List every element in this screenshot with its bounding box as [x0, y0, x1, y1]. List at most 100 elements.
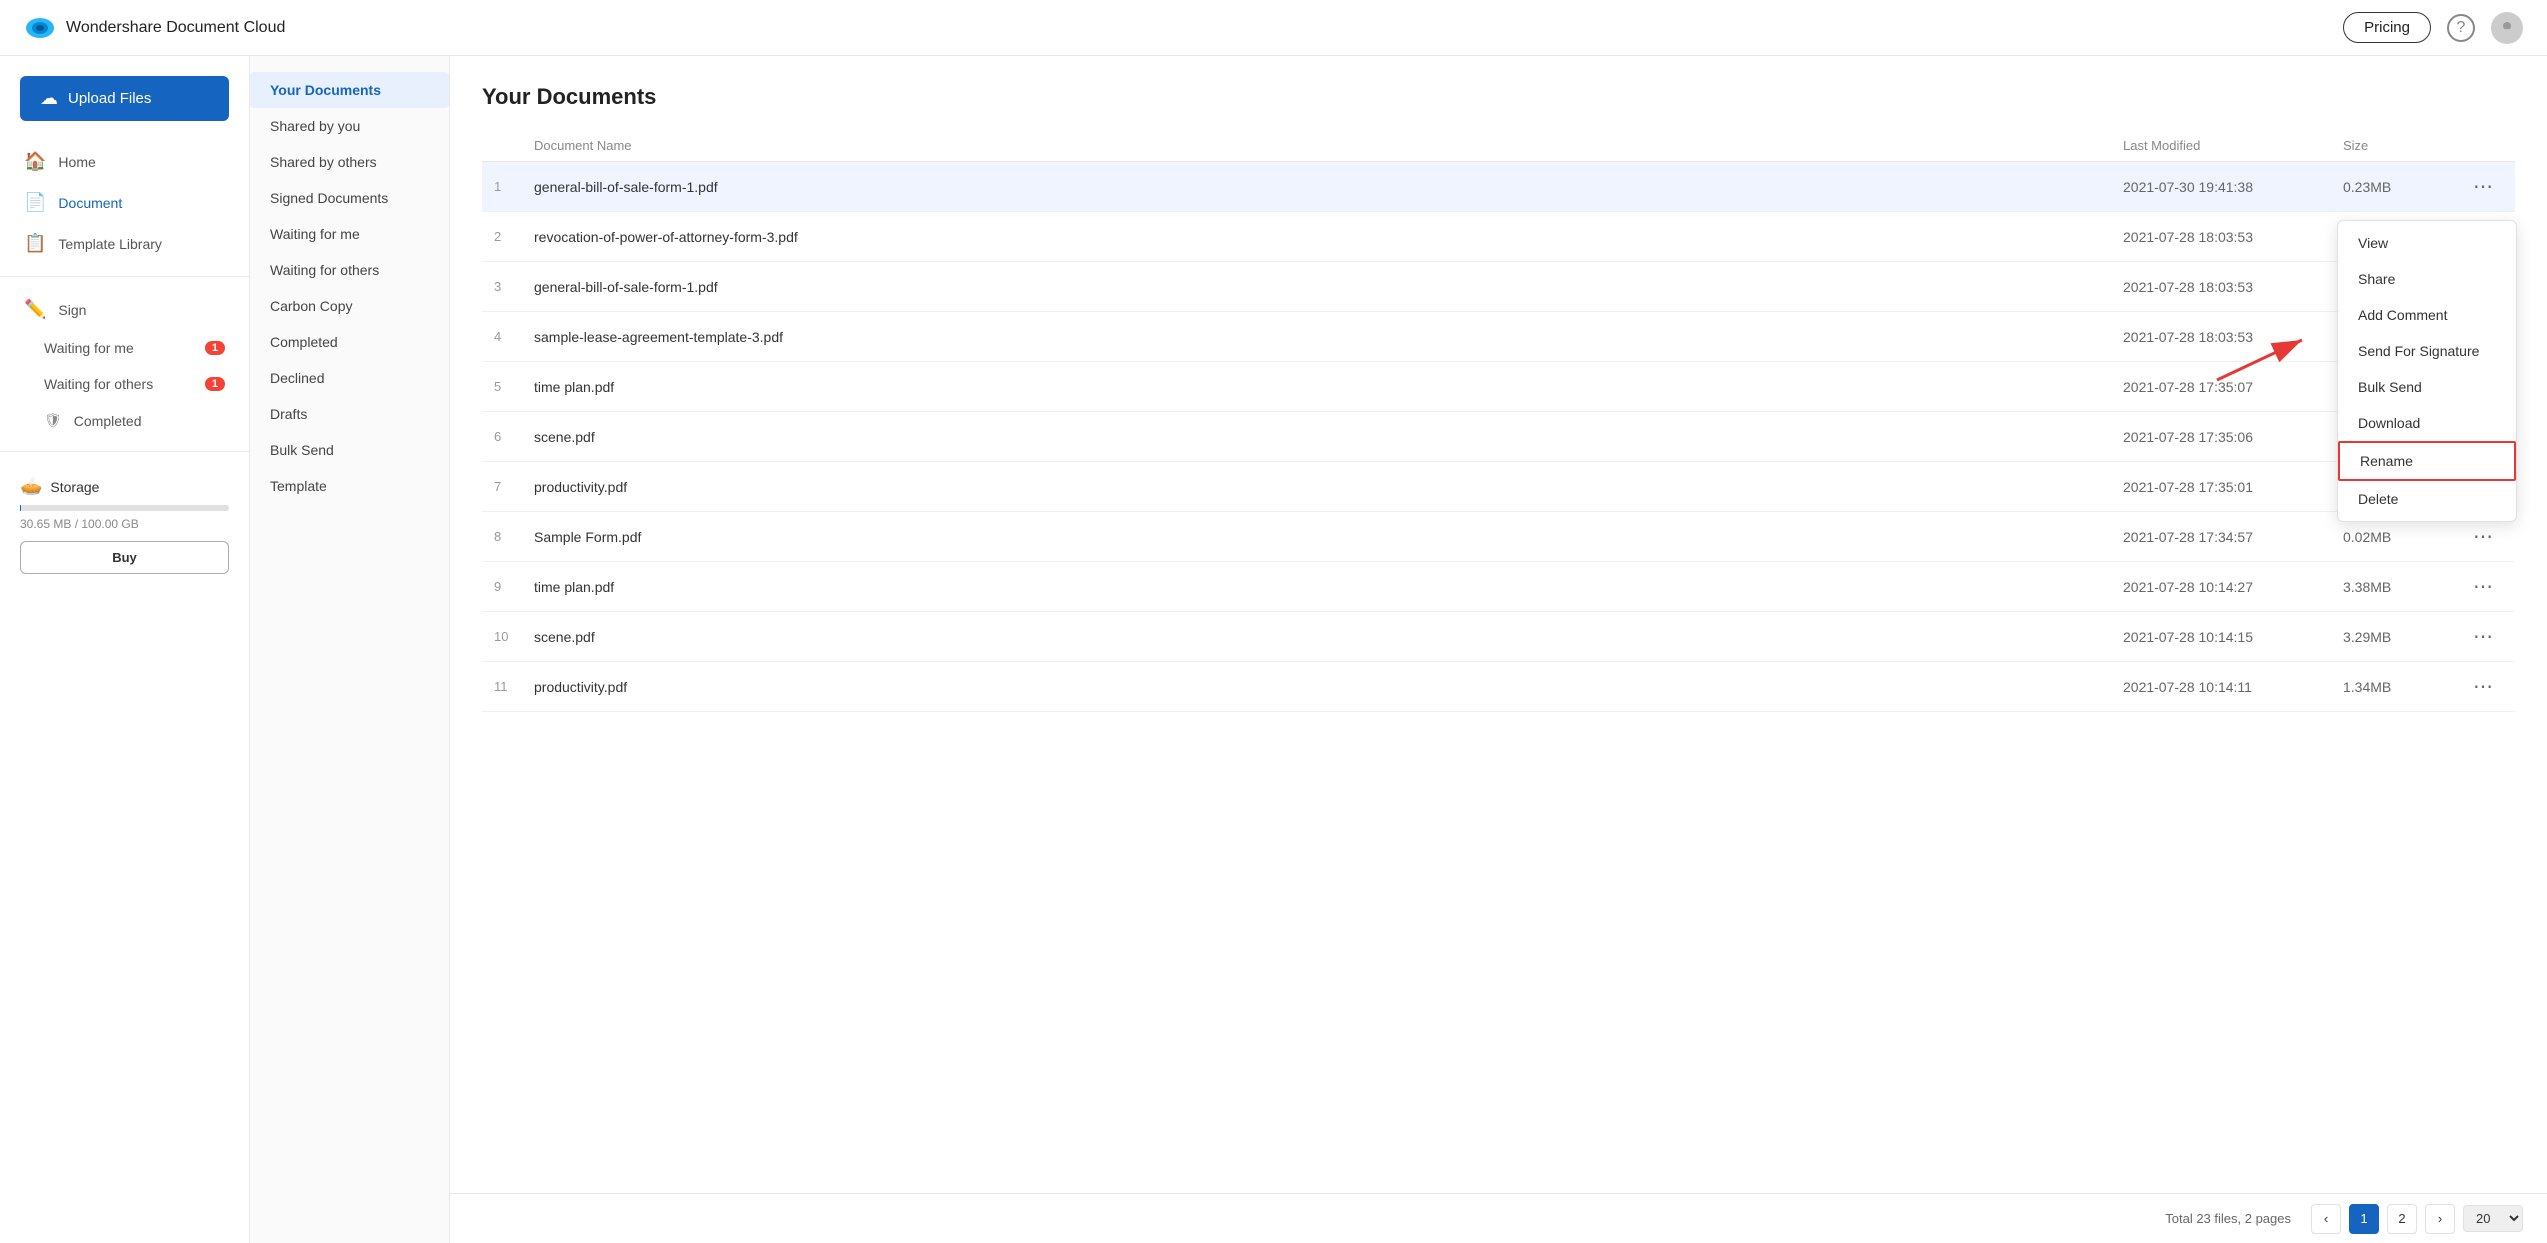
sidebar-item-waiting-for-others[interactable]: Waiting for others 1: [0, 366, 249, 402]
doc-modified: 2021-07-28 17:34:57: [2123, 529, 2343, 545]
ctx-bulk-send[interactable]: Bulk Send: [2338, 369, 2516, 405]
sidebar-item-sign[interactable]: ✏️ Sign: [0, 289, 249, 330]
page-2-button[interactable]: 2: [2387, 1204, 2417, 1234]
ctx-download[interactable]: Download: [2338, 405, 2516, 441]
ctx-delete[interactable]: Delete: [2338, 481, 2516, 517]
row-number: 2: [494, 229, 534, 244]
upload-button[interactable]: ☁ Upload Files: [20, 76, 229, 121]
waiting-others-badge: 1: [205, 377, 225, 391]
table-row: 2 revocation-of-power-of-attorney-form-3…: [482, 212, 2515, 262]
completed-icon: 🛡: [44, 412, 62, 429]
ctx-share[interactable]: Share: [2338, 261, 2516, 297]
prev-page-button[interactable]: ‹: [2311, 1204, 2341, 1234]
document-list: 1 general-bill-of-sale-form-1.pdf 2021-0…: [482, 162, 2515, 712]
sidebar-item-document[interactable]: 📄 Document: [0, 182, 249, 223]
storage-pie-icon: 🥧: [20, 476, 42, 497]
page-size-select[interactable]: 20 50 100: [2463, 1205, 2523, 1232]
row-number: 3: [494, 279, 534, 294]
doc-name: sample-lease-agreement-template-3.pdf: [534, 329, 2123, 345]
avatar[interactable]: [2491, 12, 2523, 44]
doc-size: 3.38MB: [2343, 579, 2463, 595]
sidebar-item-document-label: Document: [58, 195, 122, 211]
doc-name: productivity.pdf: [534, 679, 2123, 695]
sidebar-item-sign-label: Sign: [58, 302, 86, 318]
row-number: 11: [494, 679, 534, 694]
page-title: Your Documents: [482, 84, 2515, 110]
sub-item-template[interactable]: Template: [250, 468, 449, 504]
table-row: 8 Sample Form.pdf 2021-07-28 17:34:57 0.…: [482, 512, 2515, 562]
table-row: 9 time plan.pdf 2021-07-28 10:14:27 3.38…: [482, 562, 2515, 612]
more-options-button[interactable]: ⋯: [2463, 672, 2503, 701]
sidebar-waiting-me-label: Waiting for me: [44, 340, 134, 356]
col-size: Size: [2343, 138, 2463, 153]
sub-item-bulk-send[interactable]: Bulk Send: [250, 432, 449, 468]
ctx-rename[interactable]: Rename: [2338, 441, 2516, 481]
sidebar-completed-label: Completed: [74, 413, 142, 429]
document-icon: 📄: [24, 192, 46, 213]
logo-icon: [24, 12, 56, 44]
buy-button[interactable]: Buy: [20, 541, 229, 574]
sidebar-item-template-label: Template Library: [58, 236, 162, 252]
sub-item-declined[interactable]: Declined: [250, 360, 449, 396]
table-row: 6 scene.pdf 2021-07-28 17:35:06 3.29MB ⋯: [482, 412, 2515, 462]
row-number: 7: [494, 479, 534, 494]
pricing-button[interactable]: Pricing: [2343, 12, 2431, 43]
doc-modified: 2021-07-28 10:14:15: [2123, 629, 2343, 645]
doc-modified: 2021-07-30 19:41:38: [2123, 179, 2343, 195]
doc-modified: 2021-07-28 17:35:07: [2123, 379, 2343, 395]
sidebar: ☁ Upload Files 🏠 Home 📄 Document 📋 Templ…: [0, 56, 250, 1243]
pagination: Total 23 files, 2 pages ‹ 1 2 › 20 50 10…: [450, 1193, 2547, 1243]
sub-item-drafts[interactable]: Drafts: [250, 396, 449, 432]
sidebar-item-waiting-for-me[interactable]: Waiting for me 1: [0, 330, 249, 366]
next-page-button[interactable]: ›: [2425, 1204, 2455, 1234]
ctx-view[interactable]: View: [2338, 225, 2516, 261]
doc-modified: 2021-07-28 18:03:53: [2123, 329, 2343, 345]
storage-section: 🥧 Storage 30.65 MB / 100.00 GB Buy: [0, 460, 249, 590]
row-number: 5: [494, 379, 534, 394]
sidebar-waiting-others-label: Waiting for others: [44, 376, 153, 392]
table-header: Document Name Last Modified Size: [482, 130, 2515, 162]
doc-name: time plan.pdf: [534, 379, 2123, 395]
storage-bar: [20, 505, 229, 511]
sub-item-signed-documents[interactable]: Signed Documents: [250, 180, 449, 216]
doc-name: scene.pdf: [534, 629, 2123, 645]
doc-size: 1.34MB: [2343, 679, 2463, 695]
row-number: 4: [494, 329, 534, 344]
sub-item-your-documents[interactable]: Your Documents: [250, 72, 449, 108]
row-number: 6: [494, 429, 534, 444]
table-row: 1 general-bill-of-sale-form-1.pdf 2021-0…: [482, 162, 2515, 212]
sign-icon: ✏️: [24, 299, 46, 320]
doc-modified: 2021-07-28 17:35:01: [2123, 479, 2343, 495]
more-options-button[interactable]: ⋯: [2463, 572, 2503, 601]
help-icon[interactable]: ?: [2447, 14, 2475, 42]
row-number: 8: [494, 529, 534, 544]
sub-sidebar: Your Documents Shared by you Shared by o…: [250, 56, 450, 1243]
doc-modified: 2021-07-28 18:03:53: [2123, 229, 2343, 245]
more-options-button[interactable]: ⋯: [2463, 172, 2503, 201]
doc-modified: 2021-07-28 10:14:27: [2123, 579, 2343, 595]
sub-item-waiting-for-others[interactable]: Waiting for others: [250, 252, 449, 288]
storage-label: 🥧 Storage: [20, 476, 229, 497]
table-row: 3 general-bill-of-sale-form-1.pdf 2021-0…: [482, 262, 2515, 312]
col-last-modified: Last Modified: [2123, 138, 2343, 153]
sub-item-carbon-copy[interactable]: Carbon Copy: [250, 288, 449, 324]
table-row: 10 scene.pdf 2021-07-28 10:14:15 3.29MB …: [482, 612, 2515, 662]
sub-item-waiting-for-me[interactable]: Waiting for me: [250, 216, 449, 252]
doc-name: time plan.pdf: [534, 579, 2123, 595]
table-row: 11 productivity.pdf 2021-07-28 10:14:11 …: [482, 662, 2515, 712]
sidebar-item-template[interactable]: 📋 Template Library: [0, 223, 249, 264]
more-options-button[interactable]: ⋯: [2463, 522, 2503, 551]
sidebar-item-completed[interactable]: 🛡 Completed: [0, 402, 249, 439]
sidebar-item-home[interactable]: 🏠 Home: [0, 141, 249, 182]
col-num: [494, 138, 534, 153]
pagination-info: Total 23 files, 2 pages: [2165, 1211, 2291, 1226]
ctx-send-for-signature[interactable]: Send For Signature: [2338, 333, 2516, 369]
header-right: Pricing ?: [2343, 12, 2523, 44]
nav-section-sign: ✏️ Sign Waiting for me 1 Waiting for oth…: [0, 285, 249, 443]
sub-item-completed[interactable]: Completed: [250, 324, 449, 360]
sub-item-shared-by-others[interactable]: Shared by others: [250, 144, 449, 180]
ctx-add-comment[interactable]: Add Comment: [2338, 297, 2516, 333]
more-options-button[interactable]: ⋯: [2463, 622, 2503, 651]
sub-item-shared-by-you[interactable]: Shared by you: [250, 108, 449, 144]
page-1-button[interactable]: 1: [2349, 1204, 2379, 1234]
